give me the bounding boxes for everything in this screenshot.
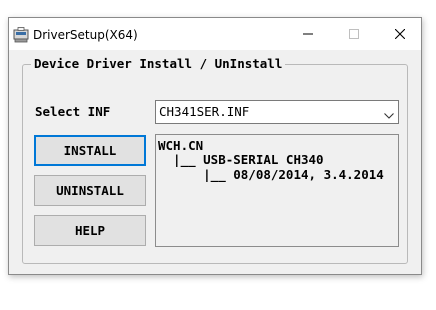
chevron-down-icon[interactable] [384, 108, 394, 123]
inf-file-value: CH341SER.INF [159, 104, 250, 119]
select-inf-label: Select INF [35, 104, 111, 119]
minimize-button[interactable] [285, 18, 331, 50]
driver-setup-app-icon [13, 27, 29, 43]
uninstall-button[interactable]: UNINSTALL [34, 175, 146, 206]
help-button[interactable]: HELP [34, 215, 146, 246]
driver-setup-window: DriverSetup(X64) Device Driver Install /… [8, 17, 422, 275]
maximize-icon [349, 29, 359, 39]
driver-info-box: WCH.CN |__ USB-SERIAL CH340 |__ 08/08/20… [155, 134, 399, 247]
install-button[interactable]: INSTALL [34, 135, 146, 166]
info-line-version: |__ 08/08/2014, 3.4.2014 [158, 167, 384, 182]
close-icon [395, 29, 405, 39]
groupbox-title: Device Driver Install / UnInstall [31, 56, 286, 72]
window-title: DriverSetup(X64) [33, 28, 138, 42]
info-line-device: |__ USB-SERIAL CH340 [158, 152, 324, 167]
maximize-button[interactable] [331, 18, 377, 50]
close-button[interactable] [377, 18, 423, 50]
minimize-icon [303, 33, 313, 35]
dialog-client-area: Device Driver Install / UnInstall Select… [9, 50, 421, 274]
inf-file-dropdown[interactable]: CH341SER.INF [155, 100, 399, 124]
title-bar[interactable]: DriverSetup(X64) [9, 18, 421, 50]
info-line-vendor: WCH.CN [158, 138, 204, 153]
